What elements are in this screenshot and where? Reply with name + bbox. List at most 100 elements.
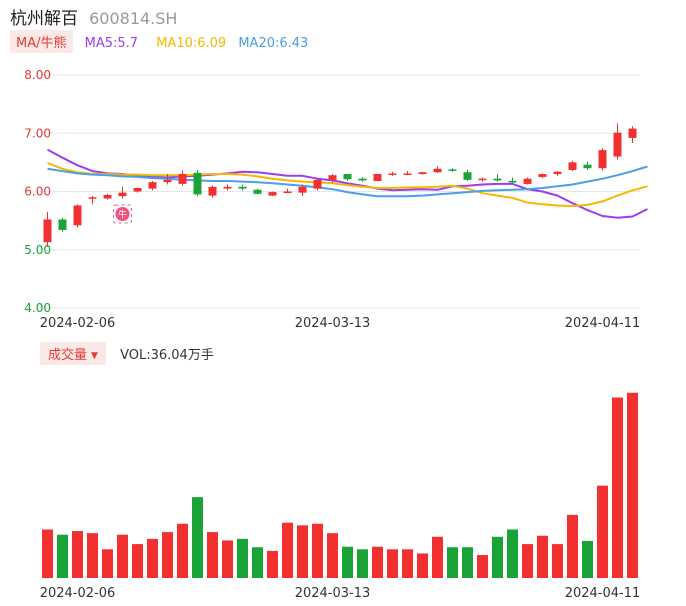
volume-bar [207,532,218,578]
candle-body [418,172,427,175]
volume-bar [192,497,203,578]
candle-body [283,191,292,193]
candle-body [448,169,457,171]
volume-bar [222,540,233,578]
volume-bar [477,555,488,578]
price-date-label: 2024-02-06 [40,316,116,331]
candle-body [223,186,232,189]
volume-bar [462,547,473,578]
bull-signal-badge[interactable]: 牛 [113,204,132,224]
volume-date-label: 2024-04-11 [565,586,641,601]
volume-bar [612,397,623,578]
price-tick-label: 7.00 [24,126,51,140]
volume-bar [162,532,173,578]
volume-bar [582,540,593,578]
candle-body [133,188,142,192]
volume-bar [432,536,443,578]
badge-label: 牛 [118,209,127,221]
volume-bar [327,533,338,578]
candle-body [358,178,367,181]
price-tick-label: 6.00 [24,185,51,199]
candle-body [568,162,577,170]
candle-body [163,179,172,183]
price-date-label: 2024-04-11 [565,316,641,331]
candle-body [508,181,517,183]
volume-bar [372,546,383,578]
candle-body [88,197,97,199]
volume-bar [537,535,548,578]
candle-body [148,182,157,189]
volume-bar [447,547,458,578]
candle-body [103,194,112,199]
candle-body [403,173,412,175]
candle-body [478,178,487,181]
volume-date-label: 2024-02-06 [40,586,116,601]
volume-bar [87,533,98,578]
volume-bar [507,529,518,578]
candle-body [523,178,532,184]
volume-bar [117,534,128,578]
volume-bar [387,549,398,578]
candle-body [433,168,442,173]
volume-bar [552,544,563,578]
volume-bar [597,485,608,578]
volume-bar [252,547,263,578]
candle-body [373,174,382,182]
candle-body [553,171,562,175]
volume-bar [627,392,638,578]
candle-body [298,186,307,193]
volume-bar [147,538,158,578]
volume-bar [57,534,68,578]
candle-body [178,174,187,184]
volume-bar [42,529,53,578]
candle-body [493,178,502,181]
volume-bar [102,549,113,578]
candle-body [238,186,247,189]
price-date-axis: 2024-02-06 2024-03-13 2024-04-11 [40,316,641,331]
price-tick-label: 8.00 [24,68,51,82]
price-date-label: 2024-03-13 [295,316,371,331]
ma5-line [47,148,648,219]
volume-bar [282,522,293,578]
volume-bar [72,531,83,578]
candle-body [343,174,352,180]
volume-bar [132,544,143,578]
candle-body [313,179,322,189]
candle-body [583,164,592,169]
moving-average-lines [47,148,648,219]
candle-body [628,128,637,138]
volume-bars [42,392,638,578]
volume-bar [237,538,248,578]
candle-body [208,186,217,196]
candle-body [43,219,52,243]
candle-body [388,173,397,175]
volume-bar [492,536,503,578]
volume-bar [522,544,533,578]
price-tick-label: 4.00 [24,301,51,315]
price-tick-label: 5.00 [24,243,51,257]
volume-bar [312,523,323,578]
candle-body [328,175,337,180]
candle-body [73,205,82,226]
volume-bar [357,549,368,578]
candle-body [598,150,607,169]
volume-bar [402,549,413,578]
volume-bar [267,550,278,578]
candle-body [118,192,127,197]
stock-chart[interactable]: 8.00 7.00 6.00 5.00 4.00 2024-02-06 2024-03-1… [0,0,686,606]
candle-body [193,172,202,195]
candle-body [613,132,622,157]
volume-bar [342,546,353,578]
candle-body [463,172,472,180]
volume-bar [297,525,308,578]
candle-body [253,189,262,194]
volume-bar [417,553,428,578]
candle-body [268,192,277,196]
volume-date-label: 2024-03-13 [295,586,371,601]
price-axis: 8.00 7.00 6.00 5.00 4.00 [24,68,51,315]
volume-bar [177,523,188,578]
volume-bar [567,514,578,578]
candle-body [538,174,547,177]
candle-body [58,219,67,230]
ma10-line [47,162,648,208]
